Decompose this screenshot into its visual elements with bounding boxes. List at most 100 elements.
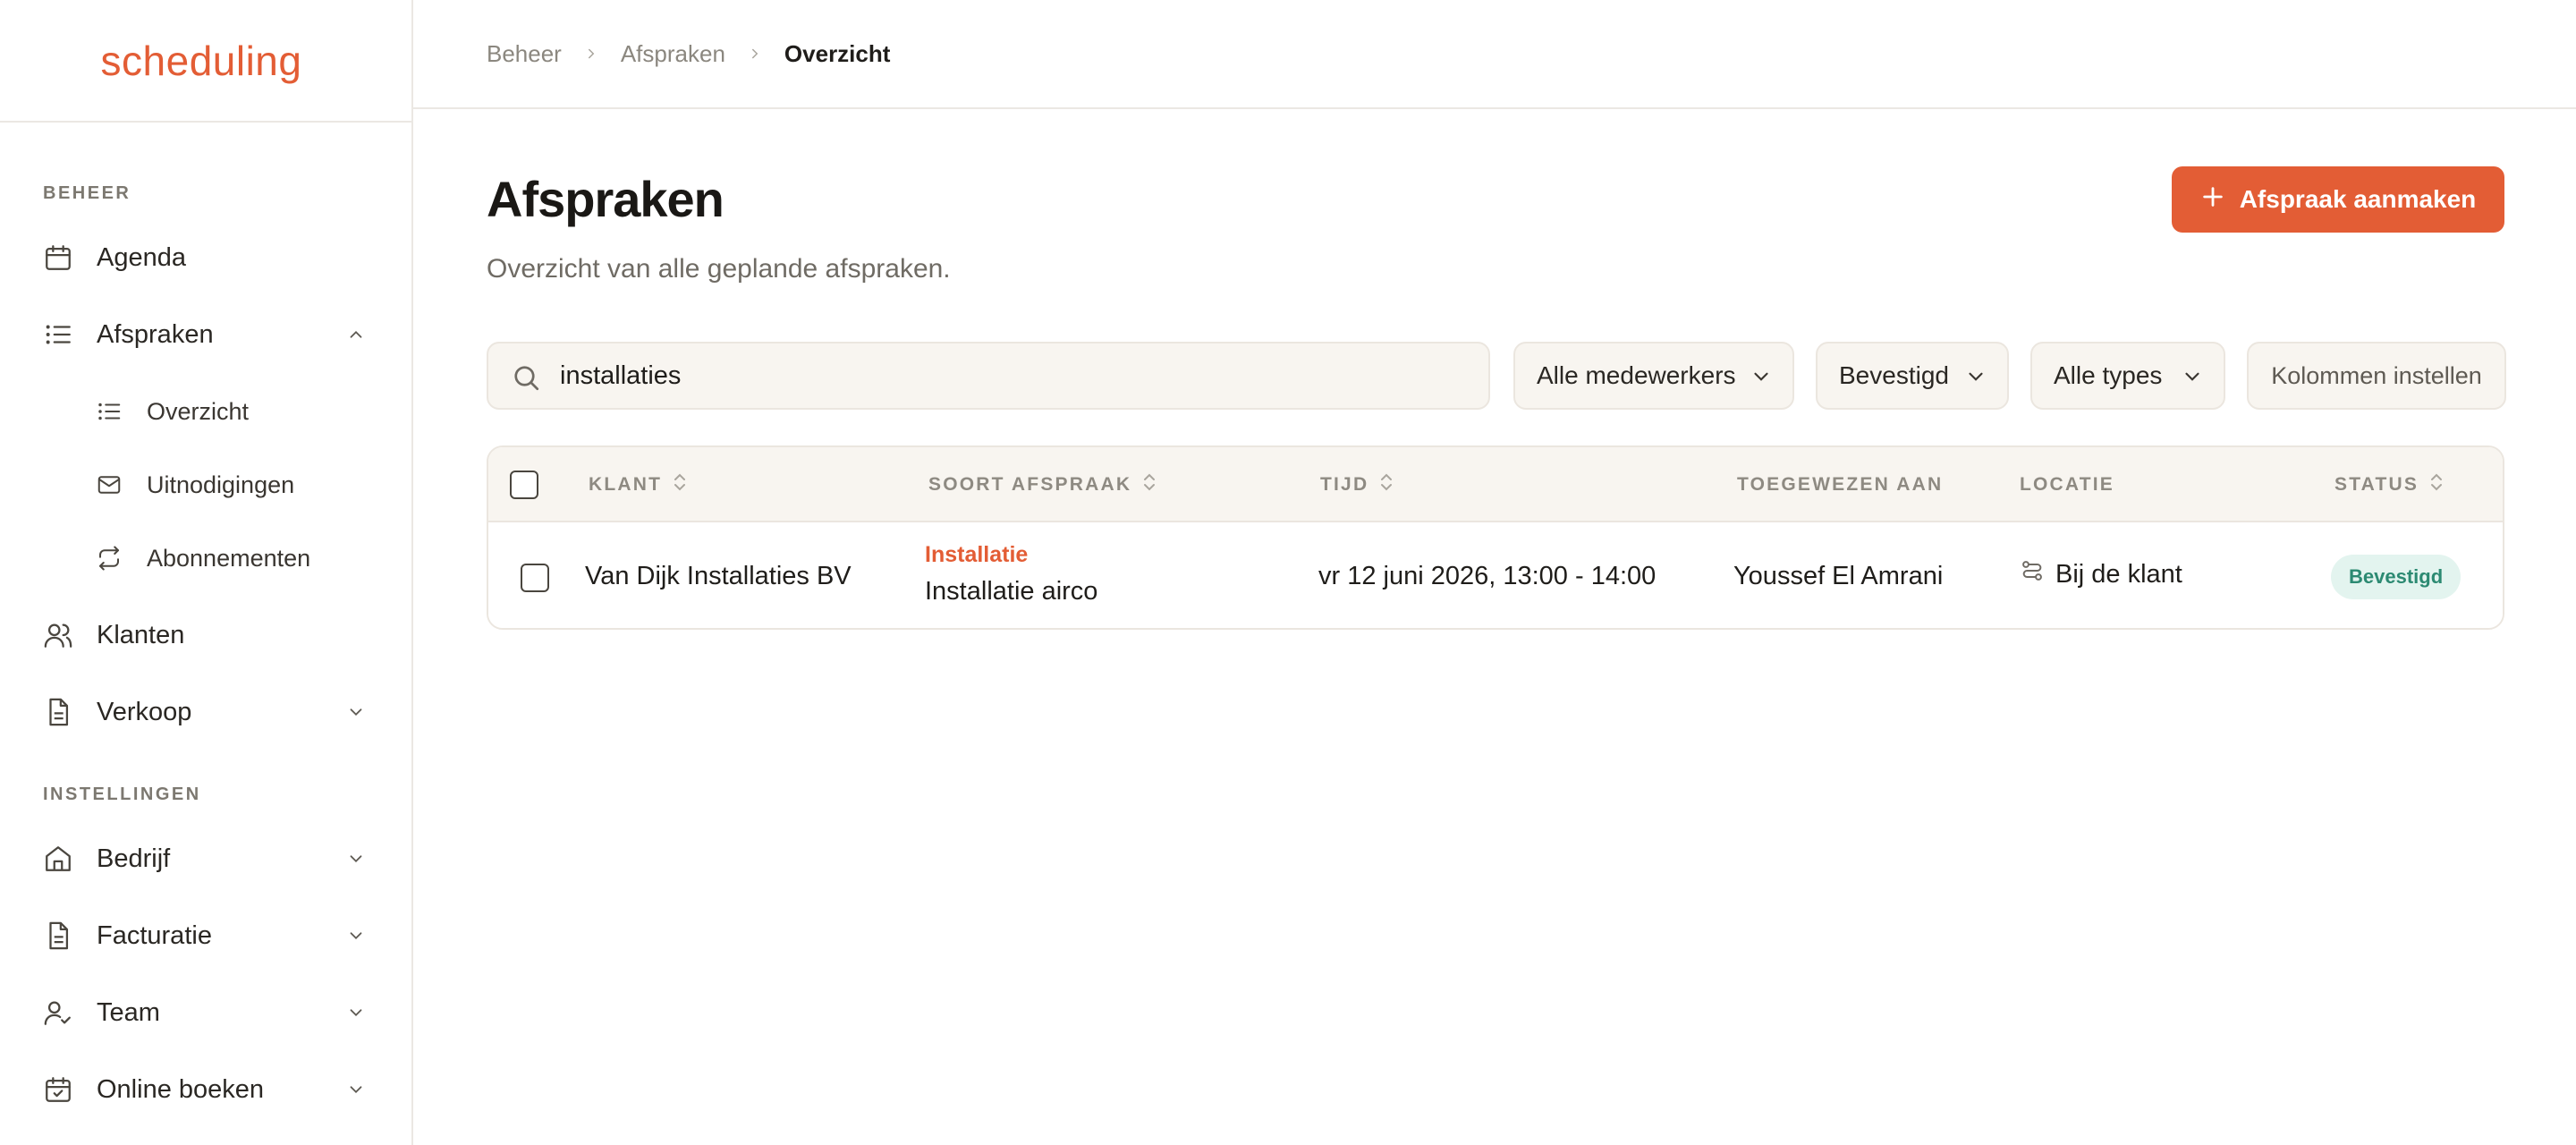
- page-title: Afspraken: [487, 171, 724, 227]
- calendar-icon: [41, 241, 75, 275]
- chevron-down-icon: [1964, 365, 1987, 388]
- brand-logo[interactable]: scheduling: [101, 37, 302, 85]
- cell-location: Bij de klant: [2020, 558, 2182, 590]
- search-box: [487, 342, 1490, 410]
- chevron-right-icon: [747, 46, 763, 62]
- chevron-down-icon: [2181, 365, 2204, 388]
- sidebar-item-label: Verkoop: [97, 697, 192, 726]
- logo-area: scheduling: [0, 0, 411, 123]
- cell-time: vr 12 juni 2026, 13:00 - 14:00: [1318, 562, 1657, 590]
- breadcrumb-item-beheer[interactable]: Beheer: [487, 40, 562, 68]
- sidebar-item-bedrijf[interactable]: Bedrijf: [0, 832, 411, 886]
- sidebar-subitem-abonnementen[interactable]: Abonnementen: [0, 533, 411, 583]
- type-filter-dropdown[interactable]: Alle types: [2030, 342, 2225, 410]
- employee-filter-dropdown[interactable]: Alle medewerkers: [1513, 342, 1794, 410]
- chevron-down-icon[interactable]: [343, 846, 369, 871]
- employee-filter-label: Alle medewerkers: [1537, 361, 1736, 389]
- location-label: Bij de klant: [2055, 559, 2182, 589]
- invoice-icon: [41, 919, 75, 953]
- create-appointment-label: Afspraak aanmaken: [2239, 185, 2477, 213]
- sidebar-subitem-label: Abonnementen: [147, 544, 311, 572]
- table-row[interactable]: Van Dijk Installaties BV Installatie Ins…: [488, 522, 2503, 628]
- create-appointment-button[interactable]: Afspraak aanmaken: [2172, 166, 2504, 233]
- calendar-check-icon: [41, 1073, 75, 1107]
- sidebar-item-label: Facturatie: [97, 920, 212, 950]
- sort-icon: [671, 471, 689, 498]
- sidebar-item-label: Bedrijf: [97, 844, 171, 873]
- sidebar-subitem-label: Overzicht: [147, 397, 250, 425]
- appointment-type-name: Installatie airco: [925, 577, 1098, 606]
- chevron-down-icon: [1750, 365, 1773, 388]
- column-header-klant[interactable]: KLANT: [589, 447, 689, 522]
- home-icon: [41, 842, 75, 876]
- breadcrumb: Beheer Afspraken Overzicht: [413, 0, 2576, 109]
- list-icon: [93, 395, 125, 428]
- column-header-status[interactable]: STATUS: [2334, 447, 2445, 522]
- select-all-checkbox[interactable]: [510, 471, 538, 499]
- column-header-label: TIJD: [1320, 474, 1369, 495]
- breadcrumb-item-overzicht: Overzicht: [784, 39, 891, 67]
- list-icon: [41, 318, 75, 352]
- appointment-type-tag: Installatie: [925, 542, 1029, 567]
- sidebar-subitem-label: Uitnodigingen: [147, 471, 295, 498]
- table-header: KLANT SOORT AFSPRAAK TIJD TOEGEWEZEN AAN…: [488, 447, 2503, 522]
- column-header-locatie: LOCATIE: [2020, 447, 2114, 522]
- column-header-toegewezen: TOEGEWEZEN AAN: [1737, 447, 1943, 522]
- app-root: scheduling BEHEER Agenda Afspraken Overz…: [0, 0, 2576, 1145]
- column-header-label: LOCATIE: [2020, 474, 2115, 495]
- chevron-down-icon[interactable]: [343, 1000, 369, 1025]
- status-badge: Bevestigd: [2331, 555, 2462, 599]
- document-icon: [41, 695, 75, 729]
- sidebar-item-facturatie[interactable]: Facturatie: [0, 909, 411, 963]
- chevron-down-icon[interactable]: [343, 1077, 369, 1102]
- users-icon: [41, 618, 75, 652]
- chevron-down-icon[interactable]: [343, 923, 369, 948]
- sidebar-item-label: Afspraken: [97, 319, 214, 349]
- cell-assigned: Youssef El Amrani: [1733, 562, 1944, 590]
- column-header-label: SOORT AFSPRAAK: [928, 474, 1132, 495]
- sidebar-item-online-boeken[interactable]: Online boeken: [0, 1063, 411, 1116]
- type-filter-label: Alle types: [2054, 361, 2163, 389]
- user-check-icon: [41, 996, 75, 1030]
- columns-settings-label: Kolommen instellen: [2271, 361, 2482, 389]
- column-header-label: STATUS: [2334, 474, 2419, 495]
- sidebar-item-label: Klanten: [97, 620, 185, 649]
- search-icon: [510, 361, 542, 394]
- sidebar-subitem-uitnodigingen[interactable]: Uitnodigingen: [0, 460, 411, 510]
- mail-icon: [93, 469, 125, 501]
- search-input[interactable]: [560, 344, 1472, 408]
- status-filter-dropdown[interactable]: Bevestigd: [1816, 342, 2009, 410]
- appointments-table: KLANT SOORT AFSPRAAK TIJD TOEGEWEZEN AAN…: [487, 445, 2504, 630]
- column-header-label: KLANT: [589, 474, 663, 495]
- chevron-down-icon[interactable]: [343, 700, 369, 725]
- cell-appointment-type: Installatie Installatie airco: [925, 542, 1097, 606]
- sidebar-item-afspraken[interactable]: Afspraken: [0, 308, 411, 361]
- sort-icon: [1377, 471, 1395, 498]
- sidebar-item-agenda[interactable]: Agenda: [0, 231, 411, 284]
- repeat-icon: [93, 542, 125, 574]
- columns-settings-button[interactable]: Kolommen instellen: [2247, 342, 2506, 410]
- column-header-label: TOEGEWEZEN AAN: [1737, 474, 1944, 495]
- sidebar-item-team[interactable]: Team: [0, 986, 411, 1039]
- sort-icon: [2428, 471, 2445, 498]
- sort-icon: [1140, 471, 1158, 498]
- sidebar-item-label: Online boeken: [97, 1074, 265, 1104]
- section-label-beheer: BEHEER: [43, 183, 131, 203]
- sidebar-item-klanten[interactable]: Klanten: [0, 608, 411, 662]
- cell-client[interactable]: Van Dijk Installaties BV: [585, 562, 852, 591]
- column-header-soort[interactable]: SOORT AFSPRAAK: [928, 447, 1158, 522]
- main-content: Beheer Afspraken Overzicht Afspraken Ove…: [413, 0, 2576, 1145]
- sidebar-item-label: Team: [97, 997, 160, 1027]
- sidebar-item-verkoop[interactable]: Verkoop: [0, 685, 411, 739]
- page-subtitle: Overzicht van alle geplande afspraken.: [487, 254, 951, 284]
- section-label-instellingen: INSTELLINGEN: [43, 785, 201, 804]
- row-checkbox[interactable]: [521, 564, 549, 592]
- filter-bar: Alle medewerkers Bevestigd Alle types Ko…: [487, 342, 2506, 410]
- status-filter-label: Bevestigd: [1839, 361, 1949, 389]
- sidebar: scheduling BEHEER Agenda Afspraken Overz…: [0, 0, 413, 1145]
- chevron-up-icon[interactable]: [343, 322, 369, 347]
- column-header-tijd[interactable]: TIJD: [1320, 447, 1395, 522]
- sidebar-subitem-overzicht[interactable]: Overzicht: [0, 386, 411, 437]
- route-icon: [2020, 558, 2045, 590]
- breadcrumb-item-afspraken[interactable]: Afspraken: [621, 40, 725, 68]
